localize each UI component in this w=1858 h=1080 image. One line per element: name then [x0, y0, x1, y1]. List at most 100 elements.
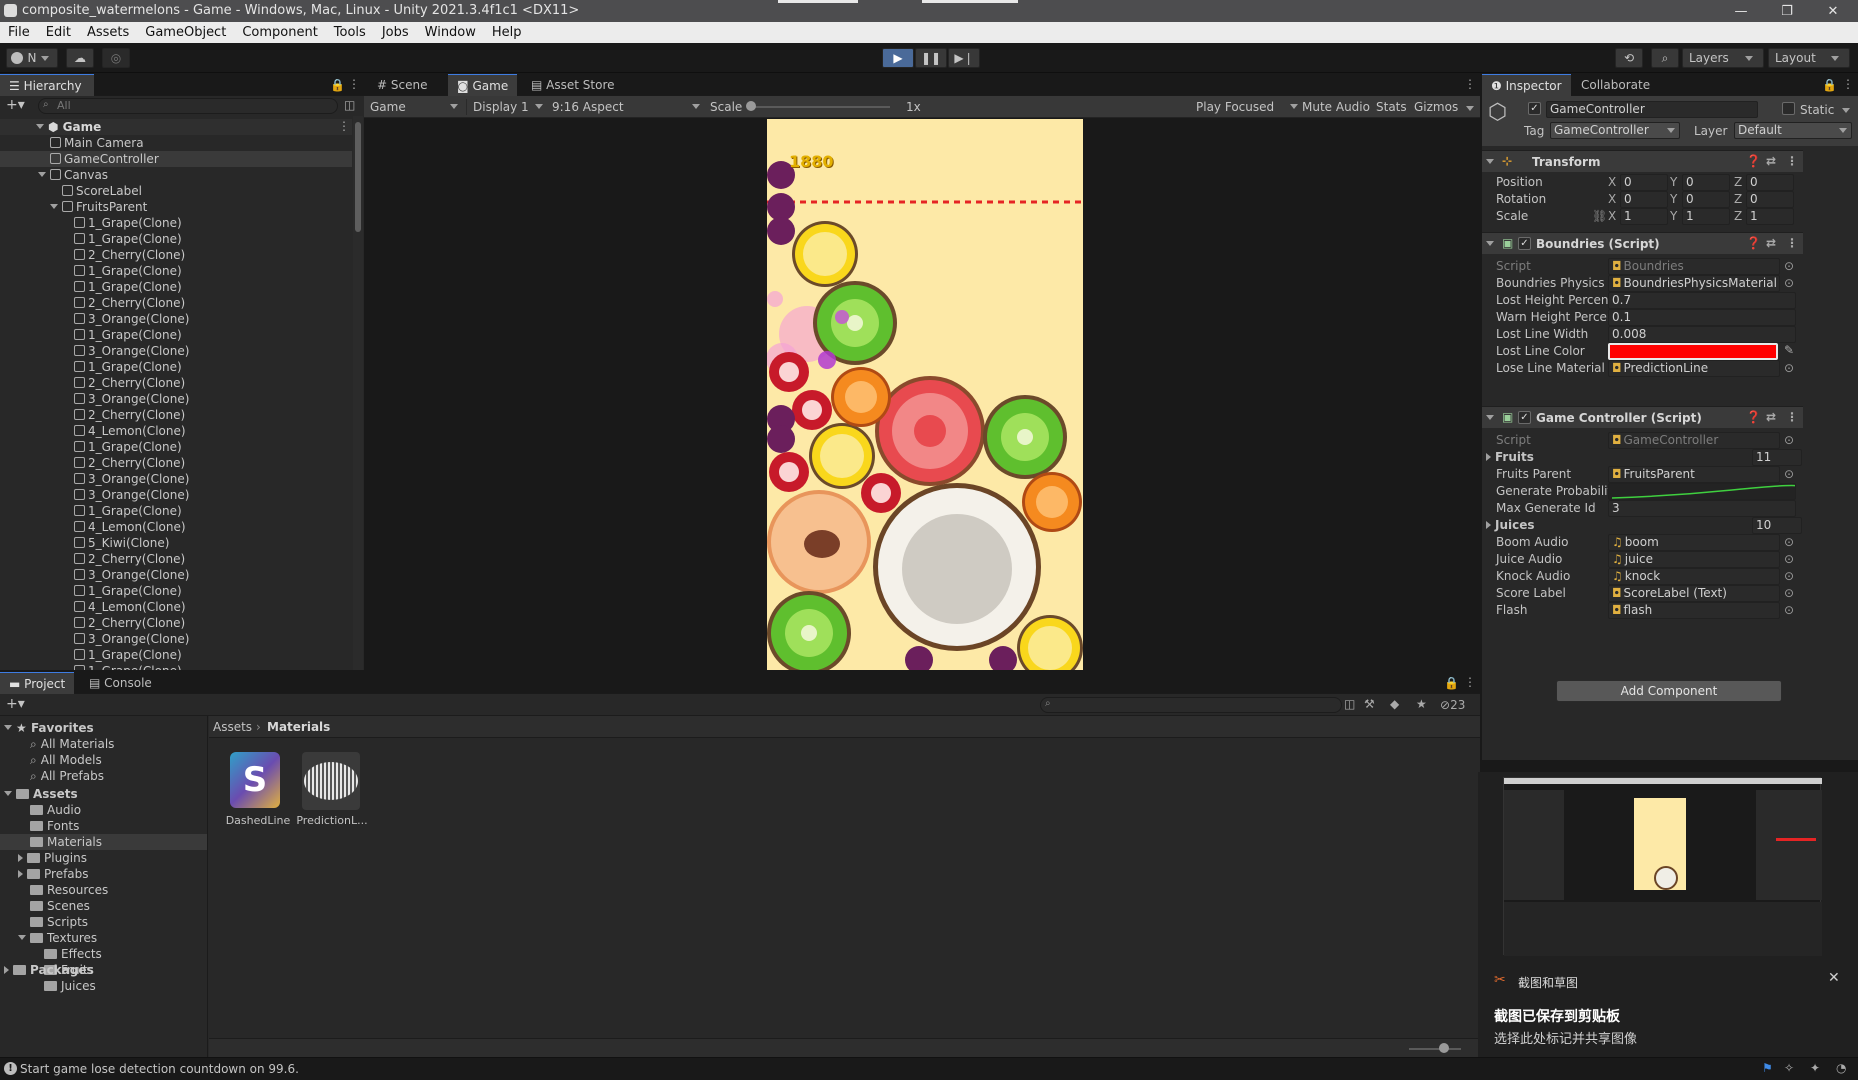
- bug-icon[interactable]: ✧: [1784, 1061, 1794, 1075]
- gizmos-chevron-icon[interactable]: [1466, 106, 1474, 111]
- tab-game[interactable]: ◙ Game: [448, 74, 518, 96]
- array-size-field[interactable]: 10: [1752, 517, 1802, 534]
- menu-file[interactable]: File: [0, 22, 38, 43]
- play-focused-dropdown[interactable]: Play Focused: [1190, 99, 1300, 115]
- play-button[interactable]: ▶: [882, 48, 914, 68]
- curve-field[interactable]: [1608, 483, 1796, 500]
- hierarchy-item[interactable]: 1_Grape(Clone): [0, 263, 352, 279]
- hierarchy-item[interactable]: FruitsParent: [0, 199, 352, 215]
- gizmos-toggle[interactable]: Gizmos: [1414, 100, 1458, 114]
- folder-item-materials[interactable]: Materials: [0, 834, 207, 850]
- hierarchy-item[interactable]: 4_Lemon(Clone): [0, 599, 352, 615]
- hierarchy-item[interactable]: 1_Grape(Clone): [0, 583, 352, 599]
- field-value[interactable]: 0.008: [1608, 326, 1796, 343]
- scene-row[interactable]: ⬢ Game ⋮: [0, 119, 352, 135]
- preset-icon[interactable]: ⇄: [1766, 154, 1776, 168]
- game-canvas[interactable]: 1880: [767, 119, 1083, 670]
- pause-button[interactable]: ❚❚: [915, 48, 947, 68]
- transform-position-z-field[interactable]: 0: [1746, 174, 1794, 191]
- transform-rotation-z-field[interactable]: 0: [1746, 191, 1794, 208]
- breadcrumb-assets[interactable]: Assets: [213, 720, 252, 734]
- field-value[interactable]: ◘ Boundries: [1608, 258, 1780, 275]
- gamecontroller-enabled-checkbox[interactable]: ✓: [1518, 411, 1531, 424]
- transform-header[interactable]: ⊹ Transform ❓ ⇄ ⋮: [1482, 150, 1803, 172]
- game-mode-dropdown[interactable]: Game: [370, 99, 464, 115]
- hierarchy-item[interactable]: 2_Cherry(Clone): [0, 295, 352, 311]
- menu-tools[interactable]: Tools: [326, 22, 374, 43]
- tab-inspector[interactable]: ❶ Inspector: [1482, 74, 1571, 96]
- packages-node[interactable]: Packages: [4, 962, 94, 978]
- boundries-enabled-checkbox[interactable]: ✓: [1518, 237, 1531, 250]
- field-value[interactable]: ◘ BoundriesPhysicsMaterial: [1608, 275, 1780, 292]
- hierarchy-item[interactable]: 2_Cherry(Clone): [0, 247, 352, 263]
- field-label[interactable]: Juices: [1486, 518, 1535, 532]
- hierarchy-item[interactable]: 1_Grape(Clone): [0, 503, 352, 519]
- lock-icon[interactable]: 🔒: [1822, 78, 1837, 92]
- favorite-item[interactable]: ⌕ All Models: [30, 752, 102, 768]
- hierarchy-item[interactable]: 2_Cherry(Clone): [0, 551, 352, 567]
- display-dropdown[interactable]: Display 1: [466, 99, 544, 115]
- object-picker-icon[interactable]: ⊙: [1784, 603, 1794, 617]
- folder-item-plugins[interactable]: Plugins: [0, 850, 207, 866]
- hierarchy-item[interactable]: 1_Grape(Clone): [0, 439, 352, 455]
- object-picker-icon[interactable]: ⊙: [1784, 276, 1794, 290]
- object-picker-icon[interactable]: ⊙: [1784, 535, 1794, 549]
- object-picker-icon[interactable]: ⊙: [1784, 361, 1794, 375]
- close-window-button[interactable]: ✕: [1810, 0, 1856, 22]
- hierarchy-item[interactable]: 3_Orange(Clone): [0, 487, 352, 503]
- folder-item-scripts[interactable]: Scripts: [0, 914, 207, 930]
- add-icon[interactable]: +▾: [6, 97, 25, 113]
- hidden-packages-toggle[interactable]: ⊘23: [1440, 698, 1465, 712]
- transform-rotation-x-field[interactable]: 0: [1620, 191, 1668, 208]
- favorite-star-icon[interactable]: ★: [1416, 697, 1427, 711]
- transform-position-x-field[interactable]: 0: [1620, 174, 1668, 191]
- folder-item-audio[interactable]: Audio: [0, 802, 207, 818]
- field-value[interactable]: ◘ flash: [1608, 602, 1780, 619]
- help-icon[interactable]: ❓: [1746, 154, 1761, 168]
- status-message[interactable]: Start game lose detection countdown on 9…: [20, 1062, 299, 1076]
- asset-dashedline[interactable]: S DashedLine: [226, 752, 290, 836]
- hierarchy-item[interactable]: 3_Orange(Clone): [0, 391, 352, 407]
- object-name-field[interactable]: GameController: [1546, 101, 1758, 118]
- lock-icon[interactable]: 🔒: [1444, 676, 1459, 690]
- tag-dropdown[interactable]: GameController: [1550, 122, 1680, 139]
- cache-icon[interactable]: ✦: [1810, 1061, 1820, 1075]
- snip-notification[interactable]: ✂ 截图和草图 ✕ 截图已保存到剪贴板 选择此处标记并共享图像: [1478, 772, 1858, 1057]
- kebab-menu-icon[interactable]: ⋮: [1464, 675, 1476, 689]
- hierarchy-item[interactable]: 2_Cherry(Clone): [0, 615, 352, 631]
- hierarchy-item[interactable]: 3_Orange(Clone): [0, 311, 352, 327]
- folder-item-resources[interactable]: Resources: [0, 882, 207, 898]
- tab-asset-store[interactable]: ▤ Asset Store: [522, 74, 624, 96]
- field-value[interactable]: ♫ boom: [1608, 534, 1780, 551]
- lock-icon[interactable]: 🔒: [330, 78, 345, 92]
- add-icon[interactable]: +▾: [6, 696, 25, 712]
- hierarchy-item[interactable]: 2_Cherry(Clone): [0, 375, 352, 391]
- icon-size-slider[interactable]: [1409, 1048, 1461, 1050]
- component-menu-icon[interactable]: ⋮: [1786, 410, 1798, 424]
- field-value[interactable]: 3: [1608, 500, 1796, 517]
- field-value[interactable]: ◘ GameController: [1608, 432, 1780, 449]
- boundries-header[interactable]: ▣ ✓ Boundries (Script) ❓ ⇄ ⋮: [1482, 232, 1803, 254]
- object-picker-icon[interactable]: ⊙: [1784, 259, 1794, 273]
- asset-predictionline[interactable]: PredictionL...: [296, 752, 368, 836]
- preset-icon[interactable]: ⇄: [1766, 410, 1776, 424]
- favorite-item[interactable]: ⌕ All Prefabs: [30, 768, 104, 784]
- field-value[interactable]: ◘ FruitsParent: [1608, 466, 1780, 483]
- preset-icon[interactable]: ⇄: [1766, 236, 1776, 250]
- kebab-menu-icon[interactable]: ⋮: [348, 77, 360, 91]
- link-icon[interactable]: ⛓: [1592, 209, 1607, 223]
- menu-gameobject[interactable]: GameObject: [137, 22, 234, 43]
- field-value[interactable]: ♫ knock: [1608, 568, 1780, 585]
- collab-button[interactable]: ◎: [102, 48, 130, 68]
- folder-item-prefabs[interactable]: Prefabs: [0, 866, 207, 882]
- transform-scale-y-field[interactable]: 1: [1682, 208, 1730, 225]
- menu-window[interactable]: Window: [417, 22, 484, 43]
- menu-jobs[interactable]: Jobs: [374, 22, 417, 43]
- static-chevron-icon[interactable]: [1842, 108, 1850, 113]
- object-picker-icon[interactable]: ⊙: [1784, 433, 1794, 447]
- screenshot-thumbnail[interactable]: [1503, 777, 1822, 956]
- icon-size-thumb[interactable]: [1439, 1043, 1449, 1053]
- hierarchy-item[interactable]: 1_Grape(Clone): [0, 215, 352, 231]
- color-field[interactable]: [1608, 343, 1778, 360]
- transform-scale-x-field[interactable]: 1: [1620, 208, 1668, 225]
